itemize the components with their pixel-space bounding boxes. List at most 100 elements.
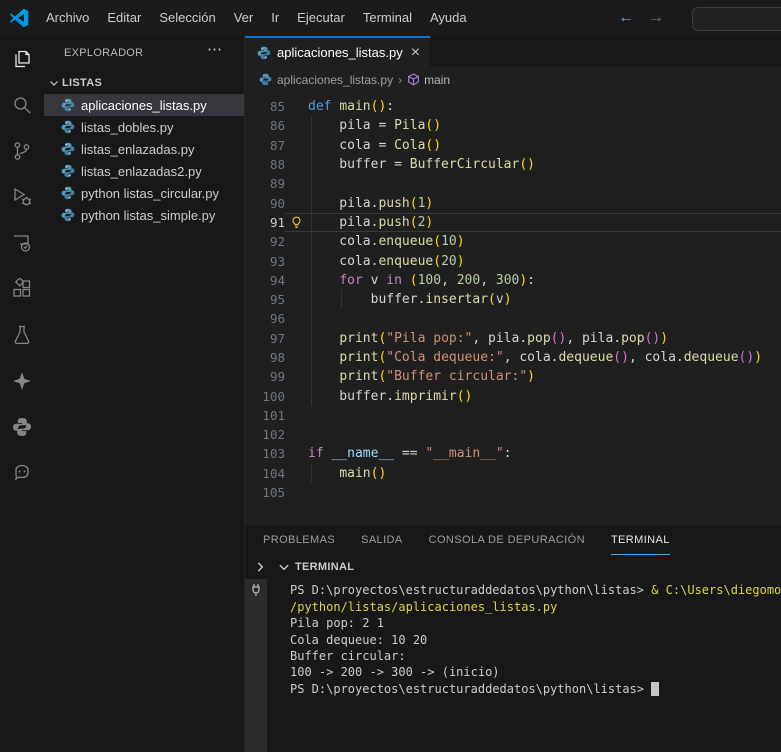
search-icon[interactable] [0, 82, 44, 128]
code-line-93[interactable]: 93 cola.enqueue(20) [245, 251, 781, 270]
file-item-python-listas-simple-py[interactable]: python listas_simple.py [44, 204, 244, 226]
code-text: pila = Pila() [308, 118, 781, 133]
explorer-icon[interactable] [0, 36, 44, 82]
extensions-icon[interactable] [0, 266, 44, 312]
code-line-103[interactable]: 103if __name__ == "__main__": [245, 444, 781, 463]
panel-tab-consola-de-depuracio-n[interactable]: CONSOLA DE DEPURACIÓN [429, 525, 585, 555]
code-line-99[interactable]: 99 print("Buffer circular:") [245, 367, 781, 386]
file-item-listas-dobles-py[interactable]: listas_dobles.py [44, 116, 244, 138]
run-debug-icon[interactable] [0, 174, 44, 220]
file-label: listas_dobles.py [81, 120, 174, 135]
copilot-chat-icon[interactable] [0, 450, 44, 496]
python-icon[interactable] [0, 404, 44, 450]
menu-ir[interactable]: Ir [262, 0, 288, 36]
panel-tab-salida[interactable]: SALIDA [361, 525, 403, 555]
file-item-aplicaciones-listas-py[interactable]: aplicaciones_listas.py [44, 94, 244, 116]
code-line-96[interactable]: 96 [245, 309, 781, 328]
code-editor[interactable]: 85def main():86 pila = Pila()87 cola = C… [245, 92, 781, 525]
menu-ejecutar[interactable]: Ejecutar [288, 0, 354, 36]
chevron-down-icon [48, 77, 60, 89]
panel-tab-terminal[interactable]: TERMINAL [611, 525, 670, 555]
back-arrow-icon[interactable]: ← [618, 9, 634, 27]
code-line-86[interactable]: 86 pila = Pila() [245, 116, 781, 135]
menu-archivo[interactable]: Archivo [37, 0, 98, 36]
explorer-header: EXPLORADOR ⋯ [44, 36, 244, 70]
menu-ver[interactable]: Ver [225, 0, 263, 36]
line-number: 87 [245, 138, 285, 153]
explorer-more-actions-icon[interactable]: ⋯ [207, 40, 222, 58]
remote-explorer-icon[interactable] [0, 220, 44, 266]
code-line-98[interactable]: 98 print("Cola dequeue:", cola.dequeue()… [245, 348, 781, 367]
code-line-100[interactable]: 100 buffer.imprimir() [245, 386, 781, 405]
forward-arrow-icon[interactable]: → [648, 9, 664, 27]
lightbulb-icon[interactable] [290, 216, 303, 229]
terminal-section-header[interactable]: TERMINAL [245, 555, 781, 579]
tab-close-icon[interactable]: × [411, 46, 420, 60]
menu-seleccio-n[interactable]: Selección [150, 0, 224, 36]
code-line-92[interactable]: 92 cola.enqueue(10) [245, 232, 781, 251]
panel-tab-problemas[interactable]: PROBLEMAS [263, 525, 335, 555]
menu-bar: ArchivoEditarSelecciónVerIrEjecutarTermi… [37, 0, 476, 36]
terminal-line-1: PS D:\proyectos\estructuraddedatos\pytho… [290, 582, 781, 598]
code-line-97[interactable]: 97 print("Pila pop:", pila.pop(), pila.p… [245, 329, 781, 348]
bottom-panel: PROBLEMAS SALIDA CONSOLA DE DEPURACIÓN TERM… [245, 525, 781, 752]
panel-tab-bar: PROBLEMAS SALIDA CONSOLA DE DEPURACIÓN TERM… [245, 525, 781, 555]
terminal[interactable]: PS D:\proyectos\estructuraddedatos\pytho… [245, 579, 781, 752]
code-line-87[interactable]: 87 cola = Cola() [245, 136, 781, 155]
file-item-python-listas-circular-py[interactable]: python listas_circular.py [44, 182, 244, 204]
file-label: python listas_circular.py [81, 186, 219, 201]
code-line-95[interactable]: 95 buffer.insertar(v) [245, 290, 781, 309]
folder-row-listas[interactable]: LISTAS [44, 72, 244, 94]
menu-editar[interactable]: Editar [98, 0, 150, 36]
line-number: 104 [245, 466, 285, 481]
line-number: 86 [245, 118, 285, 133]
explorer-title: EXPLORADOR [64, 47, 143, 59]
breadcrumb-file[interactable]: aplicaciones_listas.py [277, 73, 393, 87]
code-line-102[interactable]: 102 [245, 425, 781, 444]
file-item-listas-enlazadas-py[interactable]: listas_enlazadas.py [44, 138, 244, 160]
code-line-105[interactable]: 105 [245, 483, 781, 502]
code-text: print("Cola dequeue:", cola.dequeue(), c… [308, 350, 781, 365]
code-text: cola = Cola() [308, 138, 781, 153]
menu-ayuda[interactable]: Ayuda [421, 0, 476, 36]
line-number: 94 [245, 273, 285, 288]
python-file-icon [61, 208, 75, 222]
python-file-icon [61, 164, 75, 178]
source-control-icon[interactable] [0, 128, 44, 174]
python-file-icon [61, 120, 75, 134]
code-text: print("Buffer circular:") [308, 369, 781, 384]
line-number: 91 [245, 215, 285, 230]
terminal-line-3: Pila pop: 2 1 [290, 615, 781, 631]
file-item-listas-enlazadas2-py[interactable]: listas_enlazadas2.py [44, 160, 244, 182]
line-number: 89 [245, 176, 285, 191]
line-number: 85 [245, 99, 285, 114]
copilot-sparkle-icon[interactable] [0, 358, 44, 404]
code-line-89[interactable]: 89 [245, 174, 781, 193]
code-line-101[interactable]: 101 [245, 406, 781, 425]
terminal-line-2: /python/listas/aplicaciones_listas.py [290, 598, 781, 614]
code-line-88[interactable]: 88 buffer = BufferCircular() [245, 155, 781, 174]
terminal-section-label: TERMINAL [295, 561, 354, 573]
line-number: 92 [245, 234, 285, 249]
code-line-94[interactable]: 94 for v in (100, 200, 300): [245, 271, 781, 290]
line-number: 88 [245, 157, 285, 172]
file-label: listas_enlazadas2.py [81, 164, 202, 179]
tab-aplicaciones-listas[interactable]: aplicaciones_listas.py × [245, 36, 430, 67]
terminal-line-4: Cola dequeue: 10 20 [290, 631, 781, 647]
line-number: 97 [245, 331, 285, 346]
code-line-91[interactable]: 91 pila.push(2) [245, 213, 781, 232]
editor-group: aplicaciones_listas.py × aplicaciones_li… [244, 36, 781, 752]
code-line-85[interactable]: 85def main(): [245, 97, 781, 116]
line-number: 93 [245, 254, 285, 269]
code-line-104[interactable]: 104 main() [245, 464, 781, 483]
explorer-sidebar: EXPLORADOR ⋯ LISTAS aplicaciones_listas.… [44, 36, 244, 752]
line-number: 95 [245, 292, 285, 307]
testing-icon[interactable] [0, 312, 44, 358]
command-center-searchbox[interactable] [692, 7, 781, 31]
breadcrumb-symbol[interactable]: main [407, 73, 450, 87]
line-number: 99 [245, 369, 285, 384]
line-number: 100 [245, 389, 285, 404]
code-line-90[interactable]: 90 pila.push(1) [245, 193, 781, 212]
terminal-line-6: 100 -> 200 -> 300 -> (inicio) [290, 664, 781, 680]
menu-terminal[interactable]: Terminal [354, 0, 421, 36]
